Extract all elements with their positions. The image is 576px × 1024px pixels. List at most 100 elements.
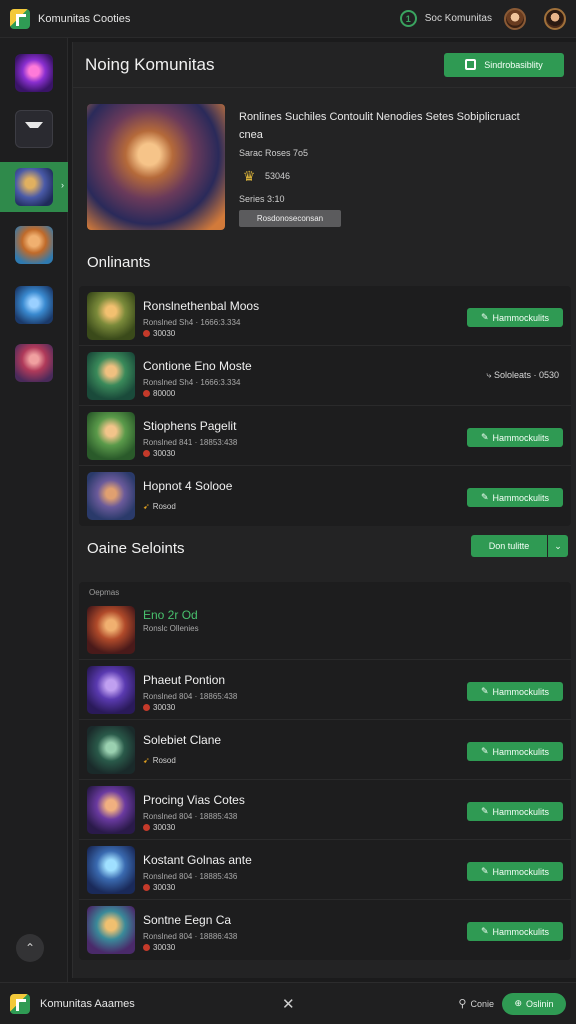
member-name: Procing Vias Cotes xyxy=(143,793,245,807)
edit-button-label: Hammockulits xyxy=(492,312,550,323)
member-score: ➹ Rosod xyxy=(143,756,176,765)
community-thumbnail xyxy=(15,286,53,324)
location-pin-icon: ⚲ xyxy=(458,998,467,1010)
member-score: 30030 xyxy=(143,449,175,458)
scroll-up-icon[interactable]: ⌃ xyxy=(16,934,44,962)
member-name: Eno 2r Od xyxy=(143,608,198,622)
edit-button[interactable]: ✎ Hammockulits xyxy=(467,682,563,701)
page-title: Noing Komunitas xyxy=(85,54,215,74)
edit-button[interactable]: ✎ Hammockulits xyxy=(467,742,563,761)
featured-tag[interactable]: Rosdonoseconsan xyxy=(239,210,341,227)
list-item[interactable]: Procing Vias Cotes Ronslned 804 · 18885:… xyxy=(79,780,571,840)
member-avatar xyxy=(87,352,135,400)
member-score: ➹ Rosod xyxy=(143,502,176,511)
edit-button-label: Hammockulits xyxy=(492,806,550,817)
member-score-value: Rosod xyxy=(152,502,176,511)
member-name: Phaeut Pontion xyxy=(143,673,226,687)
edit-button-label: Hammockulits xyxy=(492,432,550,443)
list-item[interactable]: Ronslnethenbal Moos Ronslned Sh4 · 1666:… xyxy=(79,286,571,346)
app-logo-icon[interactable] xyxy=(10,8,30,29)
member-score: 30030 xyxy=(143,943,175,952)
avatar[interactable] xyxy=(544,7,566,30)
bottom-title: Komunitas Aaames xyxy=(40,997,135,1010)
member-name: Hopnot 4 Solooe xyxy=(143,479,233,493)
boost-icon: ➹ xyxy=(143,756,150,765)
featured-rating: 53046 xyxy=(265,171,291,181)
list-item[interactable]: Phaeut Pontion Ronslned 804 · 18865:438 … xyxy=(79,660,571,720)
list-item[interactable]: Contione Eno Moste Ronslned Sh4 · 1666:3… xyxy=(79,346,571,406)
bottom-action-button[interactable]: ⊕ Oslinin xyxy=(502,992,566,1015)
chevron-right-icon: › xyxy=(61,180,64,190)
edit-button[interactable]: ✎ Hammockulits xyxy=(467,802,563,821)
edit-button[interactable]: ✎ Hammockulits xyxy=(467,922,563,941)
list-item[interactable]: Solebiet Clane ➹ Rosod ✎ Hammockulits xyxy=(79,720,571,780)
member-score: 30030 xyxy=(143,883,175,892)
member-avatar xyxy=(87,472,135,520)
section-title: Onlinants xyxy=(87,254,151,271)
rail-item-2[interactable] xyxy=(0,104,68,154)
edit-button[interactable]: ✎ Hammockulits xyxy=(467,862,563,881)
status-dot-icon xyxy=(143,330,150,337)
member-name: Solebiet Clane xyxy=(143,733,222,747)
rail-item-5[interactable] xyxy=(0,280,68,330)
community-rail: › ⌃ xyxy=(0,38,68,982)
rail-item-1[interactable] xyxy=(0,48,68,98)
member-name: Contione Eno Moste xyxy=(143,359,252,373)
edit-button[interactable]: ✎ Hammockulits xyxy=(467,428,563,447)
chevron-down-icon[interactable]: ⌄ xyxy=(548,535,568,557)
status-dot-icon xyxy=(143,450,150,457)
pencil-icon: ✎ xyxy=(480,746,489,756)
member-score-value: 30030 xyxy=(153,703,176,712)
rail-item-6[interactable] xyxy=(0,338,68,388)
top-bar: Komunitas Cooties 1 Soc Komunitas xyxy=(0,0,576,38)
community-thumbnail xyxy=(15,110,53,148)
list-item[interactable]: Stiophens Pagelit Ronslned 841 · 18853:4… xyxy=(79,406,571,466)
rail-item-4[interactable] xyxy=(0,220,68,270)
member-name: Sontne Eegn Ca xyxy=(143,913,232,927)
list-item[interactable]: Kostant Golnas ante Ronslned 804 · 18885… xyxy=(79,840,571,900)
member-score-value: 30030 xyxy=(153,943,176,952)
list-item[interactable]: Sontne Eegn Ca Ronslned 804 · 18886:438 … xyxy=(79,900,571,960)
member-name: Stiophens Pagelit xyxy=(143,419,237,433)
member-meta: Ronslned 804 · 18885:438 xyxy=(143,812,238,821)
member-avatar xyxy=(87,412,135,460)
member-meta: Ronslned Sh4 · 1666:3.334 xyxy=(143,378,241,387)
list-item[interactable]: Hopnot 4 Solooe ➹ Rosod ✎ Hammockulits xyxy=(79,466,571,526)
community-thumbnail xyxy=(15,344,53,382)
location-label[interactable]: Conie xyxy=(470,999,494,1009)
member-name: Kostant Golnas ante xyxy=(143,853,252,867)
page-header: Noing Komunitas Sindrobasiblity xyxy=(73,42,576,88)
status-circle-icon[interactable]: 1 xyxy=(399,10,417,27)
sort-button[interactable]: Don tulitte xyxy=(471,535,547,557)
rail-item-3[interactable]: › xyxy=(0,162,68,212)
edit-button-label: Hammockulits xyxy=(492,746,550,757)
member-score-value: Rosod xyxy=(152,756,176,765)
member-meta: Ronslned 841 · 18853:438 xyxy=(143,438,238,447)
bag-icon xyxy=(465,59,477,70)
member-meta: Ronslc Ollenies xyxy=(143,624,199,633)
manage-button[interactable]: Sindrobasiblity xyxy=(444,52,564,77)
pencil-icon: ✎ xyxy=(480,432,489,442)
edit-button-label: Hammockulits xyxy=(492,686,550,697)
pencil-icon: ✎ xyxy=(480,686,489,696)
edit-button[interactable]: ✎ Hammockulits xyxy=(467,488,563,507)
featured-title-line-1: Ronlines Suchiles Contoulit Nenodies Set… xyxy=(239,111,520,123)
close-icon[interactable]: ✕ xyxy=(282,995,295,1013)
status-dot-icon xyxy=(143,704,150,711)
featured-series: Series 3:10 xyxy=(239,194,285,204)
member-status[interactable]: ⤷ Sololeats · 0530 xyxy=(486,370,559,381)
app-logo-icon[interactable] xyxy=(10,993,30,1014)
section-title: Oaine Seloints xyxy=(87,540,185,557)
community-thumbnail xyxy=(15,226,53,264)
pencil-icon: ✎ xyxy=(480,312,489,322)
avatar[interactable] xyxy=(504,7,526,30)
user-name[interactable]: Soc Komunitas xyxy=(425,13,492,24)
pencil-icon: ✎ xyxy=(480,806,489,816)
member-score: 30030 xyxy=(143,329,175,338)
edit-button[interactable]: ✎ Hammockulits xyxy=(467,308,563,327)
member-score-value: 80000 xyxy=(153,389,176,398)
list-item[interactable]: Eno 2r Od Ronslc Ollenies xyxy=(79,600,571,660)
featured-card[interactable]: Ronlines Suchiles Contoulit Nenodies Set… xyxy=(87,104,565,232)
member-score-value: 30030 xyxy=(153,883,176,892)
pencil-icon: ✎ xyxy=(480,492,489,502)
